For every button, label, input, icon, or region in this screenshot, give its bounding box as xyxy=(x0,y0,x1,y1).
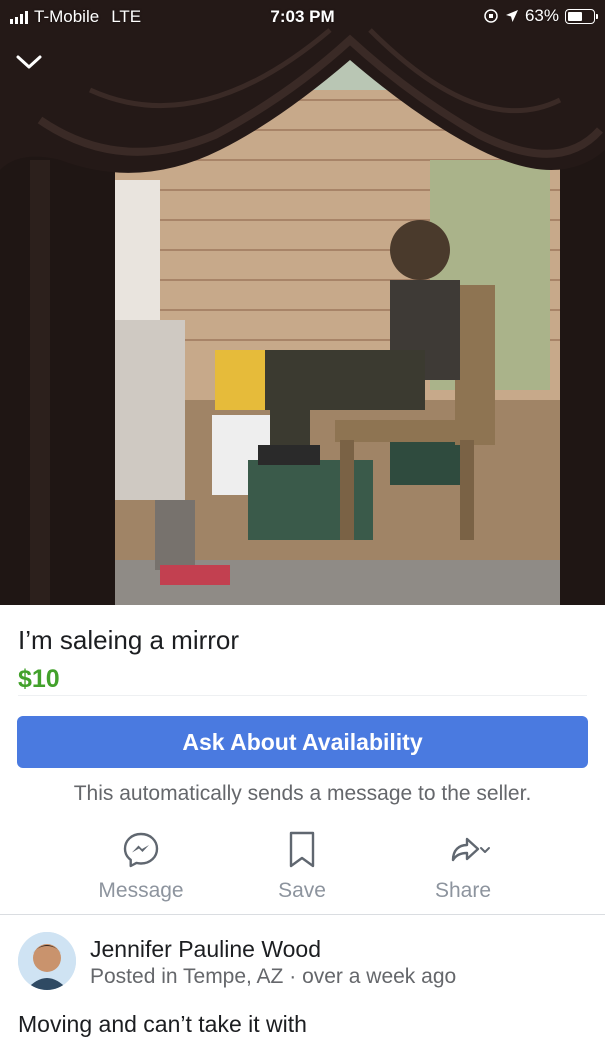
action-bar: Message Save Share xyxy=(0,827,605,907)
listing-description: Moving and can’t take it with xyxy=(18,1011,307,1037)
seller-name[interactable]: Jennifer Pauline Wood xyxy=(90,936,321,963)
bookmark-icon xyxy=(289,831,315,868)
status-right: 63% xyxy=(483,6,598,26)
save-label: Save xyxy=(278,879,326,902)
chevron-down-icon[interactable] xyxy=(14,50,44,74)
status-bar: T-Mobile LTE 7:03 PM 63% xyxy=(0,0,605,34)
listing-price: $10 xyxy=(18,665,60,693)
mirror-photo-illustration xyxy=(0,0,605,605)
seller-info: Jennifer Pauline Wood Posted in Tempe, A… xyxy=(18,932,598,994)
messenger-icon xyxy=(123,832,159,868)
share-label: Share xyxy=(434,879,492,902)
battery-icon xyxy=(565,8,598,24)
seller-meta: Posted in Tempe, AZ · over a week ago xyxy=(90,965,456,989)
ask-availability-button[interactable]: Ask About Availability xyxy=(17,716,588,768)
avatar[interactable] xyxy=(18,932,76,990)
meta-separator: · xyxy=(289,965,297,988)
orientation-lock-icon xyxy=(484,9,498,23)
battery-percent: 63% xyxy=(524,6,559,25)
posted-time: over a week ago xyxy=(302,965,457,988)
message-label: Message xyxy=(98,879,184,902)
listing-title: I’m saleing a mirror xyxy=(18,625,240,655)
message-button[interactable]: Message xyxy=(61,827,221,903)
save-button[interactable]: Save xyxy=(222,827,382,903)
listing-photo[interactable] xyxy=(0,0,605,605)
share-arrow-icon xyxy=(451,837,490,862)
auto-message-note: This automatically sends a message to th… xyxy=(73,782,532,805)
battery-level xyxy=(568,11,582,21)
location-arrow-icon xyxy=(505,10,518,22)
divider xyxy=(0,914,605,915)
seller-location: Posted in Tempe, AZ xyxy=(90,965,284,988)
share-button[interactable]: Share xyxy=(383,827,543,903)
divider xyxy=(18,695,587,696)
